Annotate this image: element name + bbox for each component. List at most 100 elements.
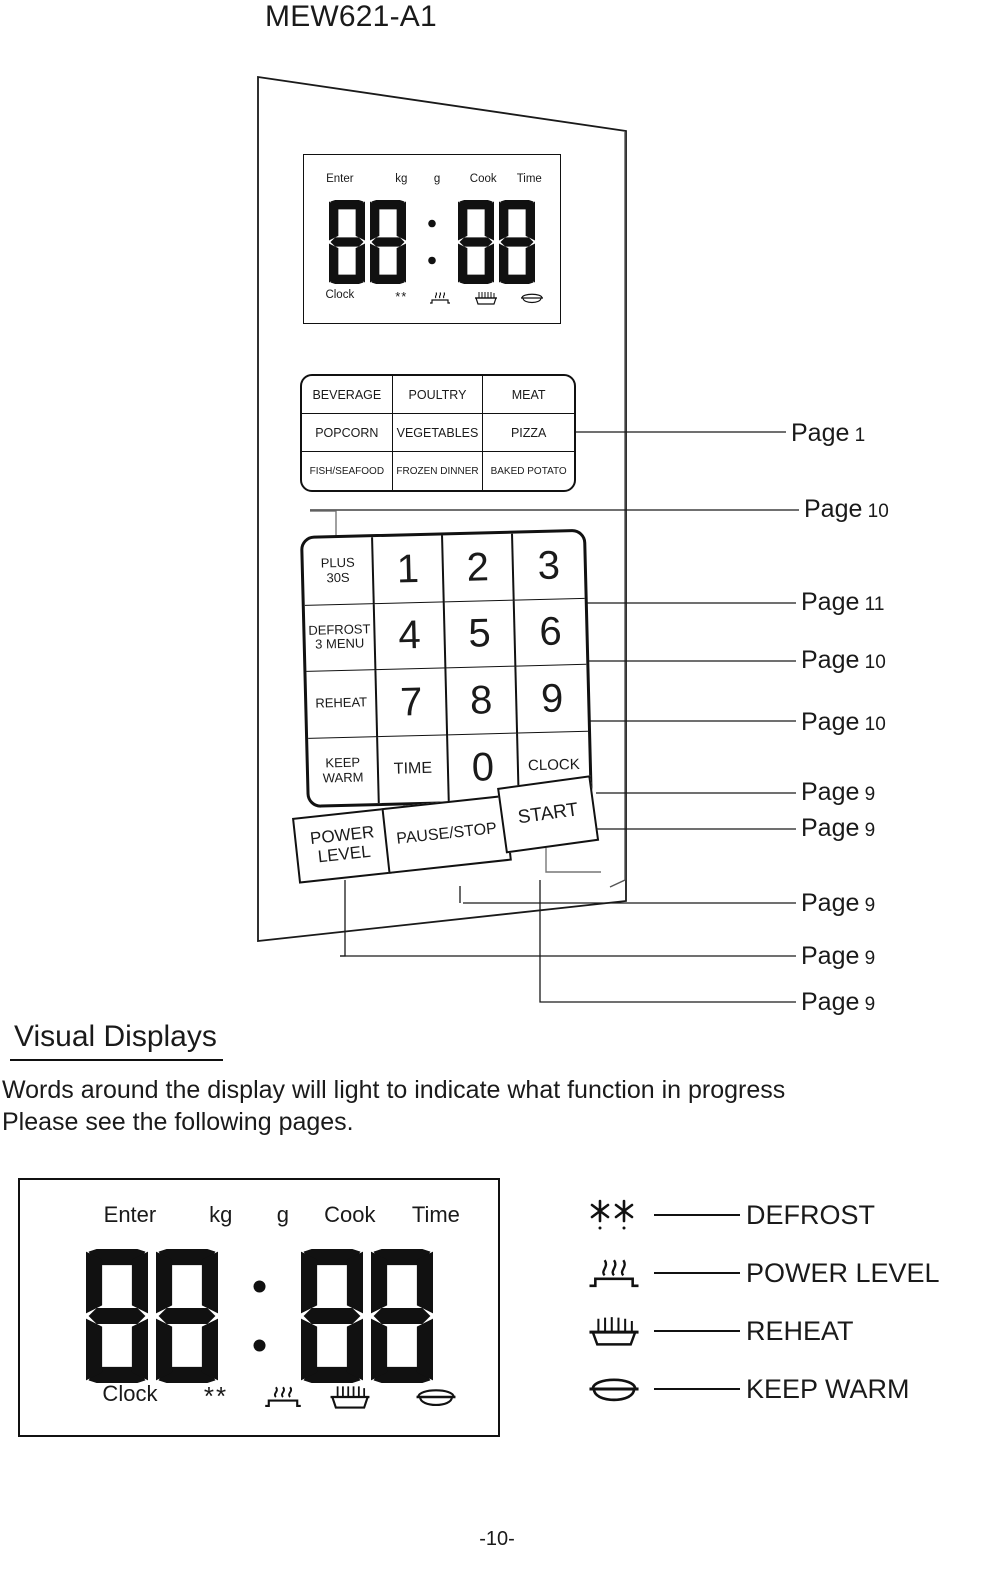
power-level-button-label: POWER LEVEL	[309, 822, 376, 867]
legend-row-defrost: DEFROST	[576, 1186, 994, 1244]
page-callout-2: Page 11	[801, 588, 884, 617]
keypad-button-key-3[interactable]: 3	[513, 531, 585, 601]
menu-button-pizza[interactable]: PIZZA	[483, 414, 574, 452]
page-callout-word: Page	[801, 646, 860, 674]
keypad-button-label: 0	[471, 744, 495, 790]
keypad-button-label: 9	[540, 676, 564, 721]
page-callout-number: 9	[859, 948, 876, 969]
legend-label: KEEP WARM	[746, 1373, 910, 1404]
defrost-snowflake-icon	[576, 1195, 652, 1235]
page-callout-word: Page	[801, 988, 860, 1016]
page-callout-number: 10	[859, 652, 886, 673]
keypad-button-label: 7	[399, 679, 423, 725]
page-callout-number: 1	[849, 425, 866, 446]
keypad-button-plus-30s[interactable]: PLUS 30S	[303, 537, 375, 606]
visual-displays-body: Words around the display will light to i…	[2, 1074, 942, 1138]
keypad-button-key-8[interactable]: 8	[446, 666, 519, 735]
keep-warm-bowl-icon	[519, 289, 545, 310]
page-callout-9: Page 9	[801, 988, 875, 1017]
detail-label-g: g	[276, 1202, 290, 1227]
page-callout-6: Page 9	[801, 814, 875, 843]
detail-power-level-steam-icon	[261, 1381, 305, 1419]
keypad-button-keep-warm[interactable]: KEEP WARM	[308, 736, 380, 805]
page-callout-4: Page 10	[801, 708, 886, 737]
keypad-button-defrost-3-menu[interactable]: DEFROST 3 MENU	[304, 603, 377, 672]
numeric-keypad[interactable]: PLUS 30S 1 2 3 DEFROST 3 MENU 4 5 6 REHEAT 7 8 9 KEEP W…	[300, 528, 593, 808]
keypad-button-key-9[interactable]: 9	[516, 664, 589, 734]
reheat-dish-icon	[576, 1310, 652, 1352]
keypad-button-label: 3 MENU	[314, 635, 365, 652]
page-callout-word: Page	[801, 778, 860, 806]
menu-button-frozen-dinner[interactable]: FROZEN DINNER	[393, 452, 484, 490]
page-callout-3: Page 10	[801, 646, 886, 675]
keypad-button-label: 5	[467, 611, 492, 657]
menu-button-popcorn[interactable]: POPCORN	[302, 414, 393, 452]
display-label-time: Time	[516, 173, 542, 185]
display-label-clock: Clock	[325, 289, 355, 301]
keypad-button-label: 3	[537, 543, 561, 588]
page-callout-word: Page	[801, 708, 860, 736]
keypad-button-label: 4	[397, 613, 422, 658]
page-callout-word: Page	[801, 814, 860, 842]
menu-button-label: BAKED POTATO	[490, 465, 567, 477]
page-callout-number: 11	[859, 594, 885, 615]
legend-leader-line	[654, 1272, 740, 1274]
keypad-button-key-4[interactable]: 4	[374, 601, 447, 671]
keypad-button-label: 2	[466, 544, 490, 590]
detail-label-enter: Enter	[103, 1202, 157, 1227]
legend-leader-line	[654, 1330, 740, 1332]
keypad-button-key-2[interactable]: 2	[443, 533, 515, 602]
legend-label: DEFROST	[746, 1199, 876, 1230]
display-label-kg: kg	[395, 173, 408, 185]
page-callout-number: 9	[859, 994, 876, 1015]
legend-row-power-level: POWER LEVEL	[576, 1244, 994, 1302]
keypad-button-key-7[interactable]: 7	[376, 668, 449, 737]
legend-label: REHEAT	[746, 1315, 854, 1346]
keypad-button-reheat[interactable]: REHEAT	[306, 670, 379, 739]
action-key-stubs	[340, 880, 601, 1003]
page-callout-1: Page 10	[804, 495, 889, 524]
page-callout-7: Page 9	[801, 889, 875, 918]
power-level-steam-icon	[428, 289, 452, 310]
page-callout-number: 10	[859, 714, 886, 735]
menu-button-poultry[interactable]: POULTRY	[392, 376, 484, 414]
menu-button-label: POULTRY	[408, 387, 467, 402]
seven-segment-digits-detail	[20, 1246, 498, 1386]
detail-label-time: Time	[411, 1202, 460, 1227]
start-button[interactable]: START	[497, 775, 600, 854]
keypad-button-key-5[interactable]: 5	[444, 600, 517, 669]
menu-button-meat[interactable]: MEAT	[483, 376, 574, 414]
menu-button-vegetables[interactable]: VEGETABLES	[392, 414, 484, 452]
legend-row-reheat: REHEAT	[576, 1302, 994, 1360]
menu-button-label: BEVERAGE	[312, 387, 382, 402]
keypad-button-time[interactable]: TIME	[378, 734, 450, 804]
page-callout-word: Page	[801, 588, 860, 616]
legend-row-keep-warm: KEEP WARM	[576, 1360, 994, 1418]
power-level-button[interactable]: POWER LEVEL	[292, 807, 395, 884]
keypad-button-label: REHEAT	[315, 694, 368, 712]
page-callout-5: Page 9	[801, 778, 875, 807]
reheat-dish-icon	[473, 289, 499, 310]
visual-displays-heading: Visual Displays	[10, 1020, 223, 1061]
detail-label-clock: Clock	[102, 1381, 158, 1406]
page-callout-word: Page	[804, 495, 863, 523]
detail-label-cook: Cook	[324, 1202, 376, 1227]
display-panel-detail: Enter kg g Cook Time Clock **	[18, 1178, 500, 1437]
display-label-g: g	[433, 173, 441, 185]
seven-segment-digits	[304, 199, 560, 285]
menu-button-fish-seafood[interactable]: FISH/SEAFOOD	[302, 452, 393, 490]
pause-stop-button[interactable]: PAUSE/STOP	[381, 794, 512, 874]
menu-button-label: VEGETABLES	[396, 425, 479, 440]
menu-button-baked-potato[interactable]: BAKED POTATO	[483, 452, 574, 490]
display-label-cook: Cook	[469, 173, 497, 185]
keypad-button-key-1[interactable]: 1	[373, 535, 445, 604]
detail-defrost-snowflake-icon: **	[203, 1381, 229, 1411]
visual-displays-body-line1: Words around the display will light to i…	[2, 1076, 786, 1104]
keypad-button-key-6[interactable]: 6	[514, 598, 587, 667]
defrost-snowflake-icon: **	[395, 289, 408, 304]
auto-menu-keypad[interactable]: BEVERAGE POULTRY MEAT POPCORN VEGETABLES PIZZ…	[300, 374, 576, 492]
start-button-label: START	[516, 798, 580, 828]
power-level-steam-icon	[576, 1252, 652, 1294]
detail-reheat-dish-icon	[327, 1381, 373, 1419]
menu-button-beverage[interactable]: BEVERAGE	[302, 376, 393, 414]
